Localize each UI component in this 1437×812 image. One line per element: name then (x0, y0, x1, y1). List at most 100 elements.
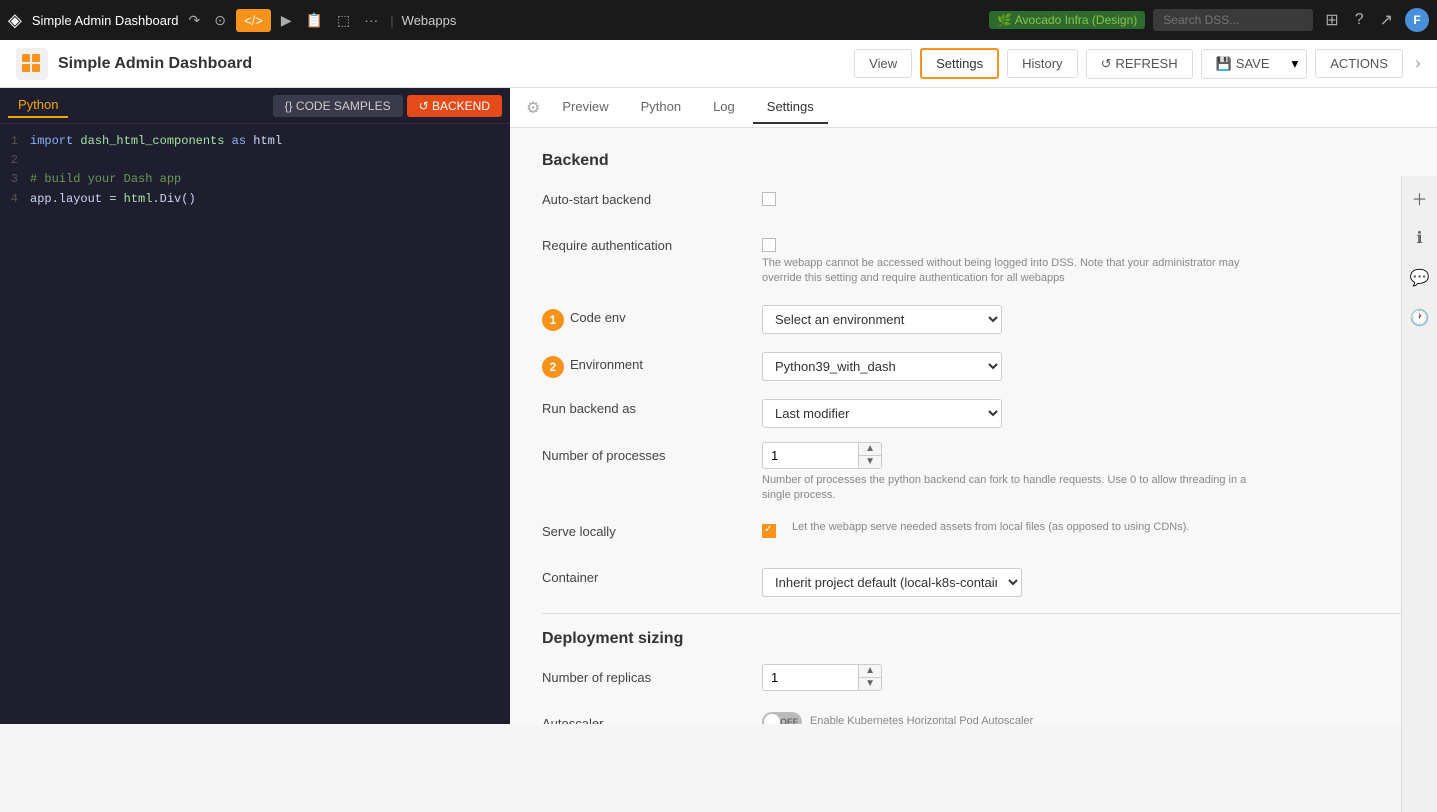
autostart-checkbox[interactable] (762, 192, 776, 206)
backend-button[interactable]: ↺ BACKEND (407, 95, 502, 117)
container-control: Inherit project default (local-k8s-conta… (762, 564, 1405, 597)
autoscaler-toggle[interactable]: OFF (762, 712, 802, 724)
side-icon-info[interactable]: ℹ (1406, 224, 1434, 252)
autostart-row: Auto-start backend (542, 186, 1405, 218)
code-line-1: 1 import dash_html_components as html (0, 132, 510, 151)
refresh-button[interactable]: ↺ ↺ REFRESH REFRESH (1086, 49, 1193, 79)
run-icon[interactable]: ▶ (277, 8, 296, 33)
code-line-4: 4 app.layout = html.Div() (0, 190, 510, 209)
side-icon-clock[interactable]: 🕐 (1406, 304, 1434, 332)
autoscaler-hint: Enable Kubernetes Horizontal Pod Autosca… (810, 714, 1033, 724)
nav-icon-2[interactable]: ⊙ (210, 8, 230, 33)
top-bar-right: 🌿 Avocado Infra (Design) ⊞ ? ↗ F (989, 8, 1429, 32)
side-icon-plus[interactable]: ＋ (1406, 184, 1434, 212)
run-backend-select[interactable]: Last modifier Creator Custom (762, 399, 1002, 428)
num-replicas-input[interactable] (763, 665, 858, 690)
settings-tab-icon: ⚙ (526, 98, 540, 118)
save-group: 💾 SAVE ▾ (1201, 49, 1308, 79)
history-button[interactable]: History (1007, 49, 1077, 78)
code-env-row: 1 Code env Select an environment Python … (542, 301, 1405, 334)
collapse-sidebar-icon[interactable]: › (1415, 53, 1421, 74)
monitor-icon[interactable]: ⬚ (333, 8, 354, 33)
code-env-label-col: 1 Code env (542, 301, 762, 331)
container-row: Container Inherit project default (local… (542, 564, 1405, 597)
code-env-control: Select an environment Python 3.6 Python … (762, 301, 1405, 334)
environment-label-col: 2 Environment (542, 348, 762, 378)
code-line-2: 2 (0, 151, 510, 170)
run-backend-row: Run backend as Last modifier Creator Cus… (542, 395, 1405, 428)
side-icons-panel: ＋ ℹ 💬 🕐 (1401, 176, 1437, 812)
section-divider (542, 613, 1405, 614)
python-tab[interactable]: Python (8, 93, 68, 118)
serve-locally-control: Let the webapp serve needed assets from … (762, 518, 1405, 538)
main-layout: Python {} CODE SAMPLES ↺ BACKEND 1 impor… (0, 88, 1437, 724)
num-processes-hint: Number of processes the python backend c… (762, 473, 1262, 504)
require-auth-row: Require authentication The webapp cannot… (542, 232, 1405, 287)
require-auth-checkbox[interactable] (762, 238, 776, 252)
code-icon[interactable]: </> (236, 9, 271, 32)
num-replicas-increment[interactable]: ▲ (859, 665, 881, 678)
tab-log[interactable]: Log (699, 91, 749, 124)
num-replicas-input-wrap: ▲ ▼ (762, 664, 882, 691)
serve-locally-checkbox[interactable] (762, 524, 776, 538)
code-env-select[interactable]: Select an environment Python 3.6 Python … (762, 305, 1002, 334)
right-tabs: ⚙ Preview Python Log Settings (510, 88, 1437, 128)
refresh-icon: ↺ (1101, 56, 1112, 72)
grid-icon[interactable]: ⊞ (1321, 8, 1342, 32)
run-backend-control: Last modifier Creator Custom (762, 395, 1405, 428)
num-processes-input[interactable] (763, 443, 858, 468)
autostart-control (762, 186, 1405, 206)
num-processes-decrement[interactable]: ▼ (859, 456, 881, 468)
tab-settings[interactable]: Settings (753, 91, 828, 124)
save-icon: 💾 (1216, 56, 1232, 72)
num-replicas-control: ▲ ▼ (762, 664, 1405, 691)
step-2-badge: 2 (542, 356, 564, 378)
top-bar: ◈ Simple Admin Dashboard ↷ ⊙ </> ▶ 📋 ⬚ ·… (0, 0, 1437, 40)
autostart-label: Auto-start backend (542, 186, 762, 207)
require-auth-hint: The webapp cannot be accessed without be… (762, 256, 1262, 287)
avocado-badge[interactable]: 🌿 Avocado Infra (Design) (989, 11, 1145, 29)
num-processes-arrows: ▲ ▼ (858, 443, 881, 468)
more-icon[interactable]: ··· (360, 8, 382, 32)
backend-section-title: Backend (542, 152, 1405, 170)
avocado-text: 🌿 Avocado Infra (Design) (997, 13, 1137, 27)
right-panel: ⚙ Preview Python Log Settings Backend Au… (510, 88, 1437, 724)
left-panel-tabs: Python {} CODE SAMPLES ↺ BACKEND (0, 88, 510, 124)
trend-icon[interactable]: ↗ (1376, 8, 1397, 32)
num-processes-input-wrap: ▲ ▼ (762, 442, 882, 469)
autoscaler-control: OFF Enable Kubernetes Horizontal Pod Aut… (762, 710, 1405, 724)
serve-locally-hint: Let the webapp serve needed assets from … (792, 520, 1189, 535)
help-icon[interactable]: ? (1351, 9, 1368, 31)
search-input[interactable] (1153, 9, 1313, 31)
serve-locally-row: Serve locally Let the webapp serve neede… (542, 518, 1405, 550)
view-button[interactable]: View (854, 49, 912, 78)
tab-python[interactable]: Python (627, 91, 695, 124)
save-button[interactable]: 💾 SAVE (1201, 49, 1284, 79)
settings-button[interactable]: Settings (920, 48, 999, 79)
num-processes-increment[interactable]: ▲ (859, 443, 881, 456)
num-processes-label: Number of processes (542, 442, 762, 463)
second-bar-right: View Settings History ↺ ↺ REFRESH REFRES… (854, 48, 1421, 79)
actions-button[interactable]: ACTIONS (1315, 49, 1403, 78)
clipboard-icon[interactable]: 📋 (302, 8, 327, 33)
serve-locally-label: Serve locally (542, 518, 762, 539)
num-processes-control: ▲ ▼ Number of processes the python backe… (762, 442, 1405, 504)
run-backend-label: Run backend as (542, 395, 762, 416)
left-panel: Python {} CODE SAMPLES ↺ BACKEND 1 impor… (0, 88, 510, 724)
num-replicas-decrement[interactable]: ▼ (859, 678, 881, 690)
save-dropdown-button[interactable]: ▾ (1284, 49, 1308, 79)
container-label: Container (542, 564, 762, 585)
app-title-topbar: Simple Admin Dashboard (32, 13, 179, 28)
environment-select[interactable]: Python39_with_dash (762, 352, 1002, 381)
user-avatar[interactable]: F (1405, 8, 1429, 32)
tab-preview[interactable]: Preview (548, 91, 622, 124)
container-select[interactable]: Inherit project default (local-k8s-conta… (762, 568, 1022, 597)
code-samples-button[interactable]: {} CODE SAMPLES (273, 95, 403, 117)
side-icon-chat[interactable]: 💬 (1406, 264, 1434, 292)
nav-icon-1[interactable]: ↷ (185, 8, 205, 33)
environment-control: Python39_with_dash (762, 348, 1405, 381)
code-env-label: Code env (570, 310, 626, 325)
deployment-section-title: Deployment sizing (542, 630, 1405, 648)
require-auth-label: Require authentication (542, 232, 762, 253)
num-replicas-row: Number of replicas ▲ ▼ (542, 664, 1405, 696)
